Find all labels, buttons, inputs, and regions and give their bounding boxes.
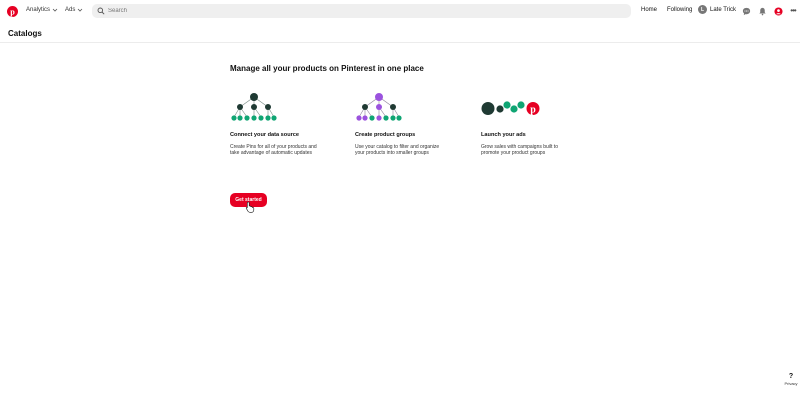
- card-description: Use your catalog to filter and organize …: [355, 144, 440, 157]
- hand-cursor-icon: [245, 201, 255, 213]
- user-name: Late Trick: [710, 6, 737, 13]
- privacy-link[interactable]: Privacy: [784, 381, 798, 386]
- user-profile-link[interactable]: L Late Trick: [698, 5, 736, 14]
- top-navigation-bar: p Analytics Ads Home Following L Late Tr…: [0, 0, 800, 24]
- help-widget[interactable]: ? Privacy: [784, 373, 798, 386]
- notifications-bell-icon[interactable]: [757, 6, 767, 16]
- card-title: Launch your ads: [481, 132, 526, 138]
- avatar: L: [698, 5, 707, 14]
- help-question-icon[interactable]: ?: [784, 373, 798, 380]
- messages-icon[interactable]: [741, 6, 751, 16]
- pinterest-logo-icon[interactable]: p: [7, 6, 18, 17]
- card-create-product-groups: Create product groups Use your catalog t…: [355, 92, 475, 156]
- card-description: Create Pins for all of your products and…: [230, 144, 317, 157]
- following-link[interactable]: Following: [667, 7, 692, 13]
- account-menu-icon[interactable]: [773, 6, 783, 16]
- analytics-label: Analytics: [26, 7, 51, 13]
- card-description: Grow sales with campaigns built to promo…: [481, 144, 558, 157]
- card-connect-data-source: Connect your data source Create Pins for…: [230, 92, 350, 156]
- header-divider: [0, 42, 800, 43]
- ads-dropdown[interactable]: Ads: [65, 7, 83, 13]
- chevron-down-icon: [78, 8, 83, 12]
- dots-pinterest-icon: p: [481, 101, 540, 115]
- green-tree-icon: [231, 93, 277, 121]
- card-title: Create product groups: [355, 132, 416, 138]
- card-title: Connect your data source: [230, 132, 300, 138]
- analytics-dropdown[interactable]: Analytics: [26, 7, 58, 13]
- chevron-down-icon: [52, 8, 58, 12]
- card-launch-ads: p Launch your ads Grow sales with campai…: [481, 92, 601, 156]
- search-icon: [97, 7, 105, 15]
- svg-text:p: p: [530, 104, 536, 115]
- page-title: Catalogs: [8, 29, 42, 38]
- more-options-icon[interactable]: •••: [788, 6, 798, 16]
- ads-label: Ads: [65, 7, 76, 13]
- search-input[interactable]: [108, 6, 618, 16]
- home-link[interactable]: Home: [641, 7, 657, 13]
- catalogs-headline: Manage all your products on Pinterest in…: [230, 64, 424, 73]
- svg-text:p: p: [10, 7, 15, 16]
- search-bar: [92, 4, 631, 18]
- purple-tree-icon: [356, 93, 402, 121]
